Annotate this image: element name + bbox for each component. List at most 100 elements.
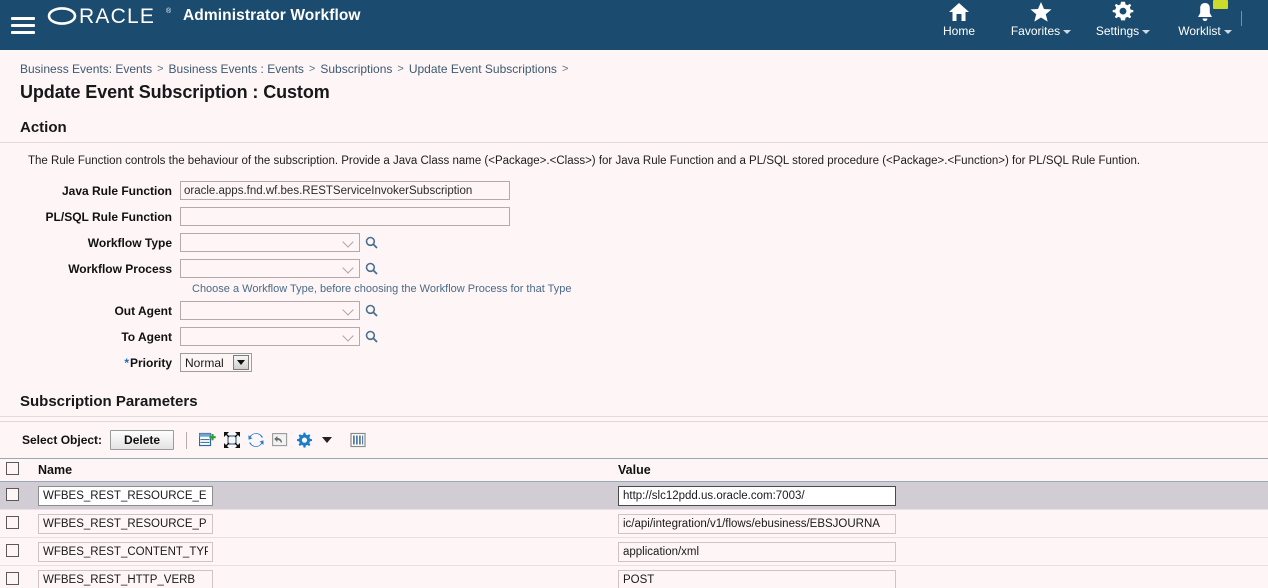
nav-favorites-label: Favorites (1011, 24, 1072, 38)
breadcrumb: Business Events: Events > Business Event… (20, 62, 1268, 76)
column-header-value: Value (612, 458, 1268, 482)
undo-icon[interactable] (272, 432, 288, 448)
add-row-icon[interactable] (199, 432, 216, 448)
hamburger-bar (11, 30, 35, 34)
nav-worklist-label: Worklist (1178, 24, 1232, 38)
workflow-process-label: Workflow Process (68, 261, 172, 276)
row-value-cell (612, 565, 1268, 588)
lov-arrow-icon[interactable] (342, 236, 356, 250)
parameter-value-input[interactable] (618, 569, 896, 588)
field-row-to-agent: To Agent (0, 325, 1268, 348)
table-row[interactable] (0, 565, 1268, 588)
magnifier-icon[interactable] (365, 330, 378, 343)
parameter-name-input[interactable] (38, 513, 213, 534)
breadcrumb-item-2[interactable]: Subscriptions (320, 62, 392, 76)
chevron-down-icon[interactable] (322, 437, 333, 443)
breadcrumb-separator: > (157, 63, 164, 75)
parameter-name-input[interactable] (38, 569, 213, 588)
action-form: Java Rule Function PL/SQL Rule Function … (0, 167, 1268, 374)
detach-columns-icon[interactable] (350, 432, 366, 448)
table-row[interactable] (0, 481, 1268, 510)
parameter-value-input[interactable] (618, 541, 896, 562)
parameter-name-input[interactable] (38, 541, 213, 562)
action-help-text: The Rule Function controls the behaviour… (28, 155, 1141, 167)
notification-badge (1213, 0, 1228, 9)
workflow-type-input[interactable] (180, 233, 360, 252)
out-agent-lov (180, 301, 378, 320)
brand: RACLE ® Administrator Workflow (46, 3, 361, 29)
magnifier-icon[interactable] (365, 304, 378, 317)
gear-icon[interactable] (296, 432, 313, 449)
table-row[interactable] (0, 509, 1268, 538)
action-section-heading: Action (20, 119, 67, 136)
magnifier-icon[interactable] (365, 262, 378, 275)
priority-selected-value: Normal (185, 355, 224, 370)
workflow-process-input[interactable] (180, 259, 360, 278)
field-row-java-rule-function: Java Rule Function (0, 179, 1268, 202)
row-checkbox[interactable] (6, 571, 19, 585)
chevron-down-icon[interactable] (233, 355, 249, 370)
breadcrumb-item-0[interactable]: Business Events: Events (20, 62, 152, 76)
row-checkbox[interactable] (6, 487, 19, 501)
refresh-icon[interactable] (248, 432, 264, 448)
table-row[interactable] (0, 537, 1268, 566)
expand-all-icon[interactable] (224, 432, 241, 448)
hamburger-bar (11, 23, 35, 27)
row-checkbox[interactable] (6, 515, 19, 529)
parameters-section-heading: Subscription Parameters (20, 393, 198, 410)
breadcrumb-item-1[interactable]: Business Events : Events (169, 62, 304, 76)
breadcrumb-item-3[interactable]: Update Event Subscriptions (409, 62, 557, 76)
row-checkbox[interactable] (6, 543, 19, 557)
magnifier-icon[interactable] (365, 236, 378, 249)
select-object-label: Select Object: (22, 433, 103, 447)
workflow-type-lov (180, 233, 378, 252)
select-all-checkbox[interactable] (6, 462, 19, 475)
row-value-cell (612, 537, 1268, 566)
nav-settings[interactable]: Settings (1082, 0, 1164, 38)
out-agent-input[interactable] (180, 301, 360, 320)
parameter-value-input[interactable] (618, 485, 896, 506)
header-divider (1241, 11, 1242, 26)
plsql-rule-function-input[interactable] (180, 207, 510, 226)
row-name-cell (32, 537, 612, 566)
column-header-name: Name (32, 458, 612, 482)
to-agent-input[interactable] (180, 327, 360, 346)
subscription-parameters-table: Name Value (0, 458, 1268, 588)
chevron-down-icon (1063, 30, 1072, 34)
row-select-cell (0, 565, 32, 588)
java-rule-function-input[interactable] (180, 181, 510, 200)
star-icon (1029, 1, 1053, 23)
field-row-plsql-rule-function: PL/SQL Rule Function (0, 205, 1268, 228)
lov-arrow-icon[interactable] (342, 304, 356, 318)
plsql-rule-function-label: PL/SQL Rule Function (45, 209, 172, 224)
parameter-name-input[interactable] (38, 485, 213, 506)
oracle-logo: RACLE ® (47, 5, 172, 28)
lov-arrow-icon[interactable] (342, 330, 356, 344)
to-agent-label: To Agent (121, 329, 172, 344)
table-header-row: Name Value (0, 458, 1268, 482)
lov-arrow-icon[interactable] (342, 262, 356, 276)
row-name-cell (32, 481, 612, 510)
row-select-cell (0, 481, 32, 510)
home-icon (948, 1, 970, 23)
svg-text:®: ® (166, 7, 172, 15)
global-header: RACLE ® Administrator Workflow Home Favo… (0, 0, 1268, 50)
required-marker: * (124, 355, 129, 370)
nav-worklist[interactable]: Worklist (1164, 0, 1246, 38)
workflow-type-hint: Choose a Workflow Type, before choosing … (192, 283, 572, 295)
row-name-cell (32, 509, 612, 538)
row-select-cell (0, 509, 32, 538)
field-row-out-agent: Out Agent (0, 299, 1268, 322)
nav-favorites[interactable]: Favorites (1000, 0, 1082, 38)
parameter-value-input[interactable] (618, 513, 896, 534)
hamburger-menu-icon[interactable] (0, 0, 46, 50)
hamburger-bar (11, 16, 35, 20)
delete-button[interactable]: Delete (110, 430, 175, 450)
toolbar-divider (186, 431, 188, 449)
priority-select[interactable]: Normal (180, 353, 252, 372)
chevron-down-icon (1142, 30, 1151, 34)
parameters-table-wrap: Name Value (0, 458, 1268, 588)
nav-home[interactable]: Home (918, 0, 1000, 38)
nav-home-label: Home (942, 24, 975, 38)
table-toolbar: Select Object: Delete (0, 421, 1268, 458)
